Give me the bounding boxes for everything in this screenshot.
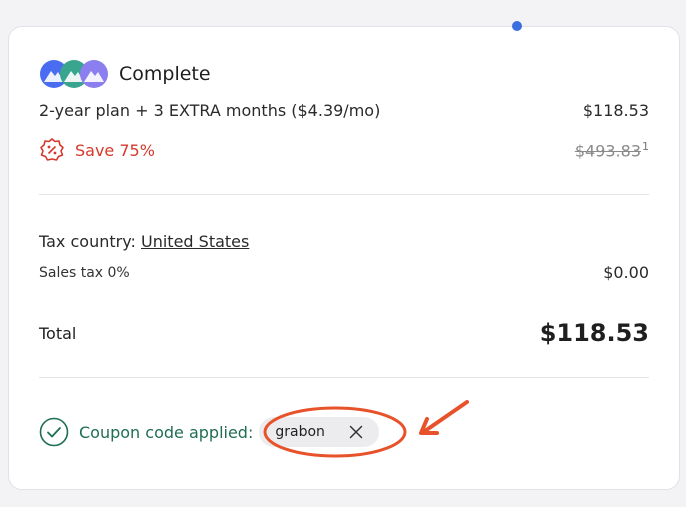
top-indicator-dot — [512, 21, 522, 31]
plan-description: 2-year plan + 3 EXTRA months ($4.39/mo) — [39, 101, 381, 120]
divider — [39, 377, 649, 378]
plan-header: Complete — [39, 59, 211, 89]
product-logos — [39, 59, 109, 89]
total-label: Total — [39, 323, 77, 343]
price-footnote[interactable]: 1 — [642, 140, 649, 153]
original-price: $493.83 — [574, 141, 641, 161]
sales-tax-row: Sales tax 0% $0.00 — [39, 263, 649, 282]
sales-tax-label: Sales tax 0% — [39, 264, 130, 281]
tax-country-link[interactable]: United States — [141, 232, 249, 251]
plan-row: 2-year plan + 3 EXTRA months ($4.39/mo) … — [39, 101, 649, 120]
savings-label: Save 75% — [75, 140, 155, 160]
cloud-storage-logo-icon — [80, 60, 108, 88]
checkout-summary-card: Complete 2-year plan + 3 EXTRA months ($… — [8, 21, 680, 490]
sales-tax-value: $0.00 — [603, 263, 649, 282]
coupon-status: Coupon code applied: — [79, 422, 254, 442]
savings-row: Save 75% $493.831 — [39, 137, 649, 163]
arrow-annotation-icon — [419, 400, 469, 435]
tax-country-label: Tax country: — [39, 232, 136, 251]
plan-price: $118.53 — [582, 101, 649, 120]
original-price-wrap: $493.831 — [575, 140, 649, 160]
plan-name: Complete — [119, 63, 211, 85]
total-value: $118.53 — [539, 319, 649, 347]
tax-country-row: Tax country: United States — [39, 232, 249, 251]
discount-badge-icon — [40, 138, 64, 161]
total-row: Total $118.53 — [39, 319, 649, 347]
check-circle-icon — [39, 417, 69, 447]
divider — [39, 194, 649, 195]
highlight-ellipse-annotation — [263, 406, 407, 458]
savings-badge: Save 75% — [39, 137, 155, 163]
